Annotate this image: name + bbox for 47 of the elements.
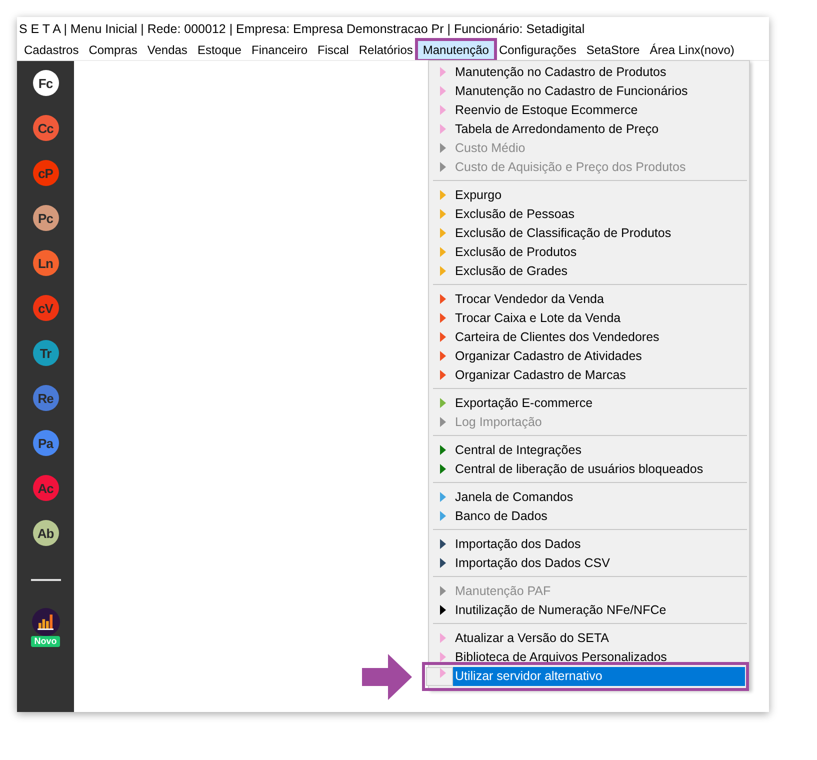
menu-item[interactable]: Importação dos Dados CSV <box>429 553 749 572</box>
menu-item[interactable]: Importação dos Dados <box>429 534 749 553</box>
menu-item[interactable]: Trocar Vendedor da Venda <box>429 289 749 308</box>
menu-item[interactable]: Janela de Comandos <box>429 487 749 506</box>
menu-item[interactable]: Estoque <box>192 40 246 58</box>
menu-item[interactable]: Organizar Cadastro de Atividades <box>429 346 749 365</box>
menu-item[interactable]: Área Linx(novo) <box>644 40 740 58</box>
shortcut-button[interactable]: Ab <box>32 520 58 546</box>
menu-item[interactable]: SetaStore <box>581 40 645 58</box>
menu-item[interactable]: Atualizar a Versão do SETA <box>429 628 749 647</box>
menu-item[interactable]: Cadastros <box>19 40 84 58</box>
shortcut-button[interactable]: Pc <box>32 205 58 231</box>
shortcut-button[interactable]: Pa <box>32 430 58 456</box>
menu-item[interactable]: Exclusão de Produtos <box>429 242 749 261</box>
menu-item[interactable]: Organizar Cadastro de Marcas <box>429 365 749 384</box>
menu-item[interactable]: Exclusão de Classificação de Produtos <box>429 223 749 242</box>
window-title: S E T A | Menu Inicial | Rede: 000012 | Empresa: Empresa Demonstracao Pr | Funcionário: Setadigital <box>18 21 585 38</box>
shortcut-button[interactable]: cV <box>32 295 58 321</box>
menu-item[interactable]: Central de Integrações <box>429 440 749 459</box>
bar-chart-icon[interactable] <box>32 608 60 636</box>
menu-item[interactable]: Manutenção no Cadastro de Funcionários <box>429 81 749 100</box>
menu-item[interactable]: Manutenção <box>418 40 494 58</box>
menu-item[interactable]: Compras <box>84 40 142 58</box>
shortcut-button[interactable]: Fc <box>32 70 58 96</box>
menu-item[interactable]: Financeiro <box>246 40 313 58</box>
menu-item[interactable]: Banco de Dados <box>429 506 749 525</box>
menu-item[interactable]: Manutenção no Cadastro de Produtos <box>429 62 749 81</box>
menu-item[interactable]: Reenvio de Estoque Ecommerce <box>429 100 749 119</box>
menu-item[interactable]: Biblioteca de Arquivos Personalizados <box>429 647 749 666</box>
menu-item[interactable]: Exportação E-commerce <box>429 393 749 412</box>
new-badge: Novo <box>31 636 60 647</box>
menu-item[interactable]: Exclusão de Grades <box>429 261 749 280</box>
menu-item[interactable]: Inutilização de Numeração NFe/NFCe <box>429 600 749 619</box>
menu-item[interactable]: Vendas <box>142 40 192 58</box>
menu-item[interactable]: Configurações <box>494 40 582 58</box>
menu-item[interactable]: Carteira de Clientes dos Vendedores <box>429 327 749 346</box>
menu-item[interactable]: Relatórios <box>354 40 418 58</box>
shortcut-button[interactable]: Ln <box>32 250 58 276</box>
menu-item[interactable]: Central de liberação de usuários bloqueados <box>429 459 749 478</box>
menu-item[interactable]: Expurgo <box>429 185 749 204</box>
menu-item[interactable]: Trocar Caixa e Lote da Venda <box>429 308 749 327</box>
shortcut-button[interactable]: Tr <box>32 340 58 366</box>
menu-item[interactable]: Exclusão de Pessoas <box>429 204 749 223</box>
pointer-arrow-icon <box>362 654 412 700</box>
menu-item[interactable]: Tabela de Arredondamento de Preço <box>429 119 749 138</box>
shortcut-button[interactable]: Cc <box>32 115 58 141</box>
menu-item[interactable]: Fiscal <box>312 40 354 58</box>
